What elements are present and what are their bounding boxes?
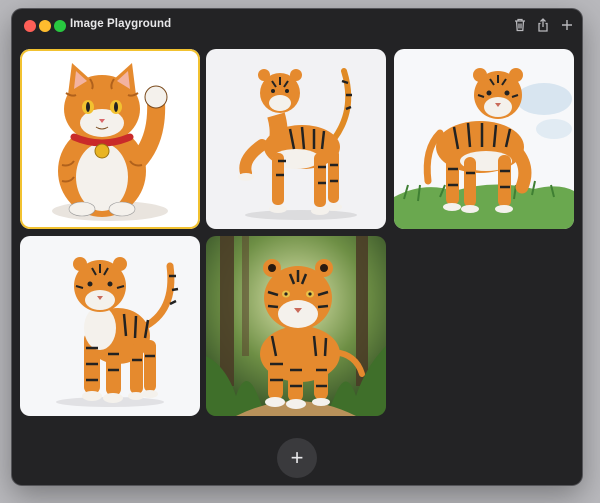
maximize-window-button[interactable] (54, 20, 66, 32)
gallery-image-tiger-in-forest[interactable] (206, 236, 386, 416)
share-icon[interactable] (535, 17, 551, 33)
gallery-image-standing-tiger[interactable] (20, 236, 200, 416)
gallery-image-tiger-on-grass[interactable] (394, 49, 574, 229)
trash-icon[interactable] (512, 17, 528, 33)
title-bar: Image Playground (12, 9, 582, 43)
image-playground-window: Image Playground + (12, 9, 582, 485)
gallery-image-walking-tiger[interactable] (206, 49, 386, 229)
add-image-button[interactable]: + (277, 438, 317, 478)
window-title: Image Playground (70, 18, 172, 30)
plus-icon[interactable] (559, 17, 575, 33)
gallery-image-lucky-cat[interactable] (20, 49, 200, 229)
close-window-button[interactable] (24, 20, 36, 32)
minimize-window-button[interactable] (39, 20, 51, 32)
